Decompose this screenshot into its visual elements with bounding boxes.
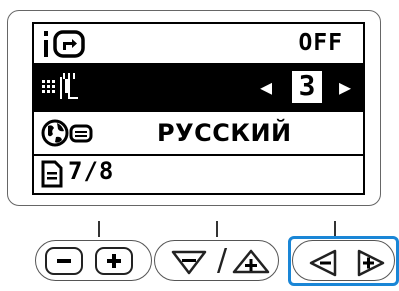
connector-line — [216, 221, 218, 237]
setting-row-language[interactable]: РУССКИЙ — [34, 112, 363, 156]
language-globe-icon — [41, 119, 93, 147]
decrease-arrow-icon[interactable]: ◀ — [260, 75, 272, 99]
language-value: РУССКИЙ — [157, 119, 292, 147]
slash-separator: / — [217, 243, 228, 278]
stitch-width-icon — [42, 73, 78, 99]
plus-icon — [107, 254, 121, 268]
setting-row-presser-foot[interactable]: OFF — [34, 24, 363, 65]
minus-icon — [57, 259, 71, 263]
page-icon — [41, 160, 63, 188]
increase-arrow-icon[interactable]: ▶ — [339, 75, 351, 99]
plus-button[interactable] — [95, 247, 133, 275]
right-triangle-button[interactable] — [356, 248, 386, 278]
page-number: 7/8 — [68, 157, 115, 185]
stitch-width-value: 3 — [298, 69, 316, 102]
page-indicator: 7/8 — [34, 156, 363, 192]
triangle-up-button[interactable] — [231, 248, 271, 275]
presser-foot-icon — [44, 30, 85, 58]
setting-row-stitch-width[interactable]: ◀ 3 ▶ — [34, 65, 363, 112]
settings-screen: OFF ◀ 3 ▶ РУССКИЙ 7/8 — [32, 22, 365, 195]
left-triangle-button[interactable] — [308, 248, 338, 278]
minus-button[interactable] — [45, 247, 83, 275]
connector-line — [98, 221, 100, 237]
triangle-down-button[interactable] — [170, 249, 208, 275]
connector-line — [334, 221, 336, 237]
presser-foot-value: OFF — [298, 30, 343, 56]
